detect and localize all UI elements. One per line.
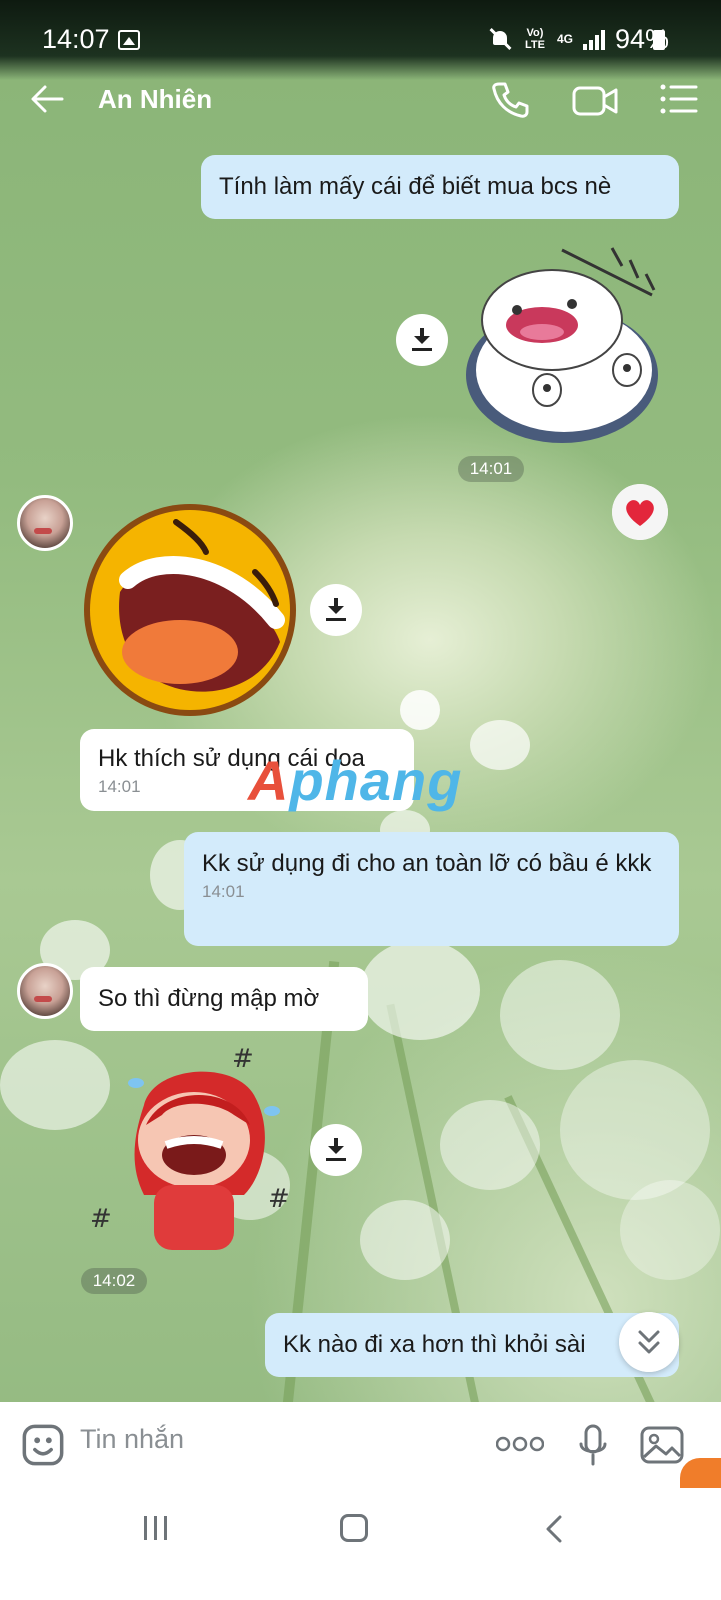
floating-bubble-icon[interactable] [680,1458,721,1488]
signal-icon [582,28,605,50]
laughing-emoji-sticker[interactable] [80,502,302,720]
message-text: Kk sử dụng đi cho an toàn lỡ có bầu é kk… [202,850,652,877]
chat-header: An Nhiên [0,60,721,140]
contact-avatar[interactable] [17,963,73,1019]
back-arrow-icon[interactable] [30,84,64,114]
gallery-icon[interactable] [640,1426,684,1464]
download-button[interactable] [396,314,448,366]
contact-name[interactable]: An Nhiên [98,84,212,115]
timestamp: 14:01 [458,456,524,482]
message-text: So thì đừng mập mờ [98,985,320,1012]
system-navigation-bar [0,1488,721,1600]
svg-text:#: # [268,1184,290,1214]
phone-icon[interactable] [490,80,530,120]
image-notification-icon [118,30,140,50]
download-button[interactable] [310,584,362,636]
cat-sticker[interactable] [462,240,667,450]
heart-reaction-icon[interactable] [612,484,668,540]
status-time: 14:07 [42,24,110,54]
emoji-icon[interactable] [22,1424,64,1466]
watermark-logo: Aphang [248,749,463,812]
timestamp: 14:02 [81,1268,147,1294]
battery-icon [653,30,665,50]
menu-list-icon[interactable] [660,82,698,116]
message-bubble-outgoing[interactable]: Tính làm mấy cái để biết mua bcs nè [201,155,679,219]
video-call-icon[interactable] [572,84,618,118]
message-input[interactable]: Tin nhắn [80,1424,184,1455]
message-text: Kk nào đi xa hơn thì khỏi sài [283,1331,586,1358]
scroll-to-bottom-icon[interactable] [619,1312,679,1372]
home-icon[interactable] [340,1514,368,1542]
volte-icon: Vo) LTE [524,27,545,51]
message-input-bar: Tin nhắn [0,1402,721,1488]
back-icon[interactable] [542,1514,568,1544]
recent-apps-icon[interactable] [142,1516,170,1540]
message-text: Tính làm mấy cái để biết mua bcs nè [219,173,612,200]
message-bubble-outgoing[interactable]: Kk sử dụng đi cho an toàn lỡ có bầu é kk… [184,832,679,946]
message-bubble-outgoing[interactable]: Kk nào đi xa hơn thì khỏi sài [265,1313,679,1377]
microphone-icon[interactable] [578,1424,608,1468]
network-4g-icon: 4G [556,32,573,46]
download-button[interactable] [310,1124,362,1176]
contact-avatar[interactable] [17,495,73,551]
svg-text:#: # [232,1045,254,1074]
more-icon[interactable] [496,1436,544,1452]
status-indicators: Vo) LTE 4G 94% [489,22,669,56]
message-time: 14:01 [202,882,245,901]
svg-text:#: # [90,1204,112,1234]
message-bubble-incoming[interactable]: So thì đừng mập mờ [80,967,368,1031]
crying-laugh-sticker[interactable]: # # # [84,1045,302,1260]
mute-icon [489,27,513,51]
